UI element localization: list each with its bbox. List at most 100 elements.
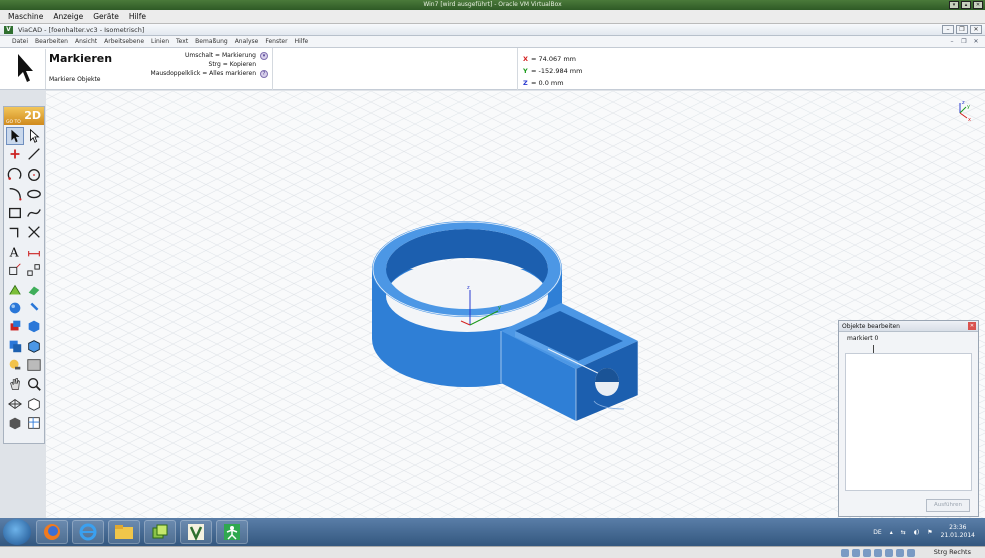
menu-hilfe[interactable]: Hilfe (295, 38, 309, 45)
network-icon[interactable]: ⇆ (901, 529, 906, 536)
host-menu-geraete[interactable]: Geräte (93, 12, 119, 21)
doc-minimize-button[interactable]: – (947, 37, 957, 46)
pan-hand-icon[interactable] (6, 375, 24, 393)
goto-2d-button[interactable]: GO TO 2D (4, 107, 44, 125)
surface-icon[interactable] (6, 281, 24, 299)
app-window-buttons: – ❐ ✕ (942, 25, 982, 34)
grid-line (46, 91, 86, 111)
triad-z-label: z (962, 100, 965, 106)
speaker-icon[interactable]: ◖) (914, 529, 920, 536)
ellipse-icon[interactable] (25, 185, 43, 203)
edge-icon[interactable] (25, 337, 43, 355)
sphere-icon[interactable] (6, 299, 24, 317)
grid-line (46, 379, 324, 518)
fillet-icon[interactable] (6, 185, 24, 203)
app-minimize-button[interactable]: – (942, 25, 954, 34)
box-solid-icon[interactable] (25, 317, 43, 335)
grid-line (46, 423, 236, 518)
view-cube-icon[interactable] (25, 395, 43, 413)
menu-arbeitsebene[interactable]: Arbeitsebene (104, 38, 144, 45)
light-icon[interactable] (6, 356, 24, 374)
spline-icon[interactable] (25, 204, 43, 222)
display-icon[interactable] (885, 549, 893, 557)
loft-icon[interactable] (25, 281, 43, 299)
app-title: ViaCAD - [foenhalter.vc3 - Isometrisch] (18, 26, 145, 34)
rectangle-icon[interactable] (6, 204, 24, 222)
coord-z: Z = 0.0 mm (523, 79, 564, 87)
hint-shift: Umschalt = Markierung (184, 52, 256, 59)
menu-ansicht[interactable]: Ansicht (75, 38, 97, 45)
circle-icon[interactable] (25, 166, 43, 184)
line-icon[interactable] (25, 145, 43, 163)
usb-icon[interactable] (863, 549, 871, 557)
transform-icon[interactable] (6, 261, 24, 279)
viacad-taskbar-icon[interactable] (180, 520, 212, 544)
host-maximize-button[interactable]: ▴ (961, 1, 971, 9)
tool-preview (2, 49, 46, 89)
panel-close-icon[interactable]: ✕ (968, 322, 976, 330)
internet-explorer-icon[interactable] (72, 520, 104, 544)
zoom-icon[interactable] (25, 375, 43, 393)
grid-line (46, 203, 676, 518)
optical-drive-icon[interactable] (852, 549, 860, 557)
execute-button[interactable]: Ausführen (926, 499, 970, 512)
objekte-bearbeiten-panel: Objekte bearbeiten ✕ markiert 0 Ausführe… (838, 320, 979, 517)
view-iso-icon[interactable] (6, 395, 24, 413)
explorer-folder-icon[interactable] (108, 520, 140, 544)
host-menu-hilfe[interactable]: Hilfe (129, 12, 146, 21)
object-list[interactable] (845, 353, 972, 491)
array-icon[interactable] (25, 261, 43, 279)
host-close-button[interactable]: ✕ (973, 1, 983, 9)
corner-icon[interactable] (6, 223, 24, 241)
firefox-icon[interactable] (36, 520, 68, 544)
host-minimize-button[interactable]: ▾ (949, 1, 959, 9)
green-person-icon[interactable] (216, 520, 248, 544)
start-button[interactable] (3, 519, 31, 545)
tray-arrow-icon[interactable]: ▴ (890, 529, 893, 536)
app-close-button[interactable]: ✕ (970, 25, 982, 34)
clock[interactable]: 23:36 21.01.2014 (941, 524, 975, 540)
screen: Win7 [wird ausgeführt] - Oracle VM Virtu… (0, 0, 985, 558)
menu-bemassung[interactable]: Bemaßung (195, 38, 228, 45)
language-indicator[interactable]: DE (873, 529, 881, 536)
menu-fenster[interactable]: Fenster (265, 38, 287, 45)
shaded-view-icon[interactable] (6, 414, 24, 432)
flag-icon[interactable]: ⚑ (927, 529, 932, 536)
host-menu-anzeige[interactable]: Anzeige (53, 12, 83, 21)
point-icon[interactable] (6, 145, 24, 163)
svg-text:A: A (9, 244, 20, 259)
grid-line (46, 511, 60, 518)
view-axis-triad: z y x (959, 100, 971, 123)
render-icon[interactable] (25, 356, 43, 374)
3d-model-hair-dryer-holder[interactable] (372, 221, 639, 421)
arrow-cursor-icon (18, 54, 33, 82)
dimension-icon[interactable] (25, 242, 43, 260)
menu-linien[interactable]: Linien (151, 38, 169, 45)
help-icon[interactable]: ? (260, 70, 268, 78)
menu-analyse[interactable]: Analyse (235, 38, 259, 45)
hdd-icon[interactable] (841, 549, 849, 557)
options-dropdown-icon[interactable]: ▾ (260, 52, 268, 60)
layer-icon[interactable] (25, 414, 43, 432)
text-icon[interactable]: A (6, 242, 24, 260)
menu-text[interactable]: Text (176, 38, 188, 45)
capture-icon[interactable] (907, 549, 915, 557)
app-restore-button[interactable]: ❐ (956, 25, 968, 34)
tool-hints: Umschalt = Markierung Strg = Kopieren Ma… (151, 51, 256, 78)
host-menu-maschine[interactable]: Maschine (8, 12, 43, 21)
arc-icon[interactable] (6, 166, 24, 184)
trim-icon[interactable] (25, 223, 43, 241)
solid-shell-icon[interactable] (6, 317, 24, 335)
menu-datei[interactable]: Datei (12, 38, 28, 45)
doc-restore-button[interactable]: ❐ (959, 37, 969, 46)
shared-folder-icon[interactable] (874, 549, 882, 557)
network-adapter-icon[interactable] (896, 549, 904, 557)
select-arrow-icon[interactable] (6, 127, 24, 145)
boolean-icon[interactable] (6, 337, 24, 355)
cylinder-solid-icon[interactable] (25, 299, 43, 317)
doc-close-button[interactable]: ✕ (971, 37, 981, 46)
viacad-logo-icon: V (4, 26, 13, 34)
app-green-icon[interactable] (144, 520, 176, 544)
menu-bearbeiten[interactable]: Bearbeiten (35, 38, 68, 45)
select-subobject-icon[interactable] (25, 127, 43, 145)
